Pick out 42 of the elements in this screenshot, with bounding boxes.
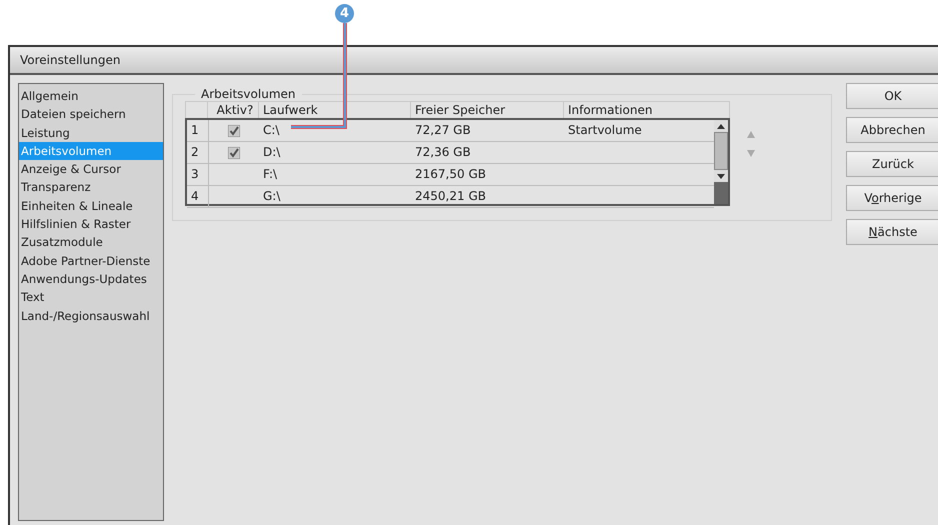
sidebar-item[interactable]: Anzeige & Cursor bbox=[19, 160, 163, 178]
table-cell-text: 72,27 GB bbox=[414, 122, 472, 139]
row-number: 2 bbox=[190, 144, 200, 161]
sidebar-item[interactable]: Dateien speichern bbox=[19, 105, 163, 124]
column-header: Laufwerk bbox=[258, 102, 410, 118]
dialog-button[interactable]: Nächste bbox=[846, 219, 938, 245]
column-header: Freier Speicher bbox=[410, 102, 563, 118]
dialog-button[interactable]: Abbrechen bbox=[846, 117, 938, 143]
dialog-button[interactable]: OK bbox=[846, 83, 938, 109]
sidebar-item[interactable]: Text bbox=[19, 288, 163, 307]
checkbox[interactable] bbox=[228, 146, 240, 158]
window-title: Voreinstellungen bbox=[20, 53, 120, 67]
column-header: Aktiv? bbox=[207, 102, 258, 118]
sidebar-item[interactable]: Einheiten & Lineale bbox=[19, 196, 163, 216]
column-header: Informationen bbox=[563, 102, 713, 118]
up-arrow-icon[interactable] bbox=[717, 124, 725, 128]
table-cell-text: G:\ bbox=[262, 188, 282, 205]
sidebar-item[interactable]: Transparenz bbox=[19, 178, 163, 197]
checkbox[interactable] bbox=[228, 124, 240, 136]
row-number: 3 bbox=[190, 166, 200, 183]
sidebar-item[interactable]: Adobe Partner-Dienste bbox=[19, 252, 163, 270]
sidebar-item[interactable]: Allgemein bbox=[19, 87, 163, 106]
sidebar-item[interactable]: Anwendungs-Updates bbox=[19, 270, 163, 288]
table-cell-text: D:\ bbox=[262, 144, 282, 161]
table-cell-text: Startvolume bbox=[567, 122, 643, 139]
table-cell-text: F:\ bbox=[262, 166, 278, 183]
group-title: Arbeitsvolumen bbox=[200, 87, 296, 101]
sidebar-item[interactable]: Land-/Regionsauswahl bbox=[19, 306, 163, 325]
table-cell-text: C:\ bbox=[262, 122, 280, 139]
table-cell-text: 2167,50 GB bbox=[414, 166, 487, 183]
callout-badge: 4 bbox=[335, 4, 354, 23]
dialog-button[interactable]: Vorherige bbox=[846, 185, 938, 211]
sidebar-item[interactable]: Hilfslinien & Raster bbox=[19, 215, 163, 234]
sidebar-item[interactable]: Leistung bbox=[19, 124, 163, 142]
down-arrow-icon[interactable] bbox=[717, 174, 725, 178]
scrollbar[interactable] bbox=[714, 120, 728, 204]
table-cell-text: 72,36 GB bbox=[414, 144, 472, 161]
row-number: 1 bbox=[190, 122, 200, 139]
table-cell-text: 2450,21 GB bbox=[414, 188, 487, 205]
row-number: 4 bbox=[190, 188, 200, 205]
dialog-button[interactable]: Zurück bbox=[846, 151, 938, 177]
sidebar-item[interactable]: Zusatzmodule bbox=[19, 233, 163, 252]
